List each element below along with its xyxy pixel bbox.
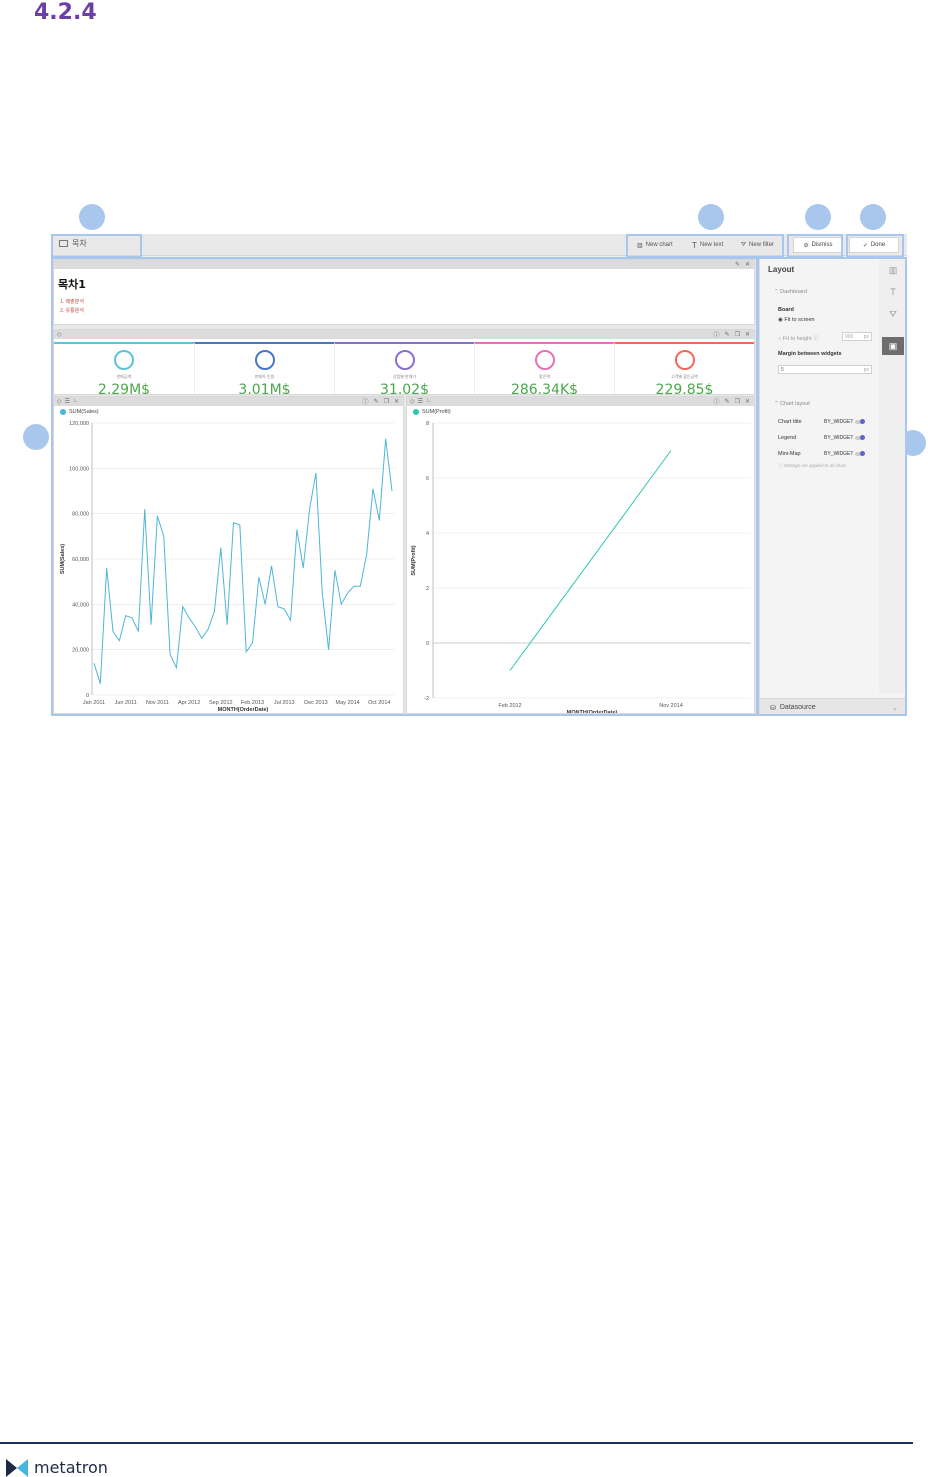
section-number: 4.2.4: [34, 0, 97, 25]
highlight-done: [846, 234, 904, 258]
highlight-panel: [757, 257, 907, 716]
highlight-dismiss: [787, 234, 843, 258]
callout-marker: [860, 204, 886, 230]
metatron-logo-icon: [6, 1458, 28, 1477]
callout-marker: [79, 204, 105, 230]
footer-logo: metatron: [6, 1458, 108, 1477]
highlight-new-buttons: [626, 234, 784, 258]
highlight-board: [51, 257, 758, 716]
brand-name: metatron: [34, 1458, 108, 1477]
callout-marker: [698, 204, 724, 230]
highlight-title: [51, 234, 142, 258]
callout-marker: [23, 424, 49, 450]
callout-marker: [805, 204, 831, 230]
footer-rule: [0, 1442, 913, 1444]
